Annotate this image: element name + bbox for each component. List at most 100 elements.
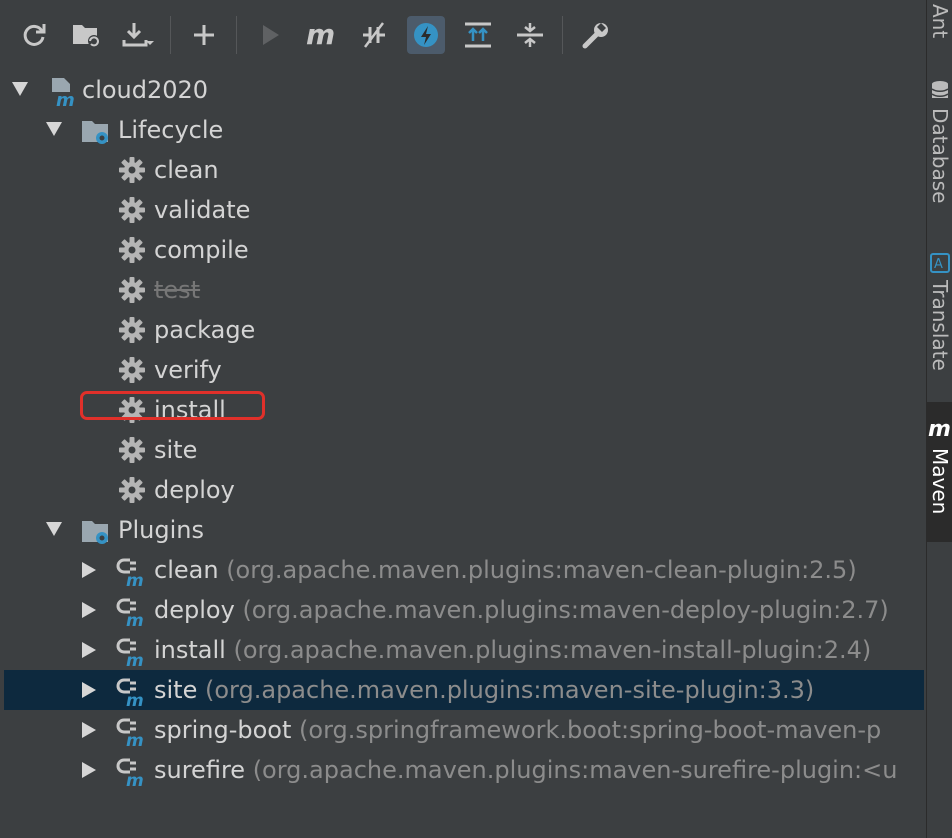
show-dependencies-icon[interactable] [459,16,497,54]
database-icon [931,81,949,98]
tree-node-label: Lifecycle [118,115,223,145]
lifecycle-goal-verify[interactable]: verify [4,350,924,390]
skip-tests-icon[interactable] [407,16,445,54]
collapse-arrow-icon[interactable] [82,722,96,738]
gear-icon [118,236,148,266]
maven-plugin-icon: m [116,596,146,631]
settings-wrench-icon[interactable] [577,16,615,54]
svg-text:m: m [126,571,144,588]
gear-icon [118,276,148,306]
lifecycle-goal-site[interactable]: site [4,430,924,470]
sidebar-tab-label: Maven [928,448,952,515]
tree-node-label: clean (org.apache.maven.plugins:maven-cl… [154,555,857,585]
svg-text:A: A [934,257,943,272]
tree-node-label: site [154,435,197,465]
tree-node-label: clean [154,155,219,185]
collapse-arrow-icon[interactable] [82,682,96,698]
plugin-coordinates: (org.apache.maven.plugins:maven-surefire… [252,756,898,784]
collapse-arrow-icon[interactable] [82,762,96,778]
gear-icon [118,436,148,466]
node-name: spring-boot [154,716,292,744]
expand-arrow-icon[interactable] [12,82,28,96]
lifecycle-goal-deploy[interactable]: deploy [4,470,924,510]
maven-plugin-icon: m [116,556,146,591]
tree-node-label: compile [154,235,249,265]
node-name: Lifecycle [118,116,224,144]
collapse-arrow-icon[interactable] [82,642,96,658]
node-name: cloud2020 [82,76,209,104]
maven-project-tree: m cloud2020 Lifecycle clean validate compile t… [0,68,926,838]
sidebar-tab-label: Database [928,108,952,204]
maven-toolbar: m [0,0,926,68]
run-icon[interactable] [251,16,289,54]
download-sources-icon[interactable] [119,16,157,54]
plugin-spring-boot[interactable]: m spring-boot (org.springframework.boot:s… [4,710,924,751]
plugin-coordinates: (org.apache.maven.plugins:maven-clean-pl… [226,556,857,584]
tree-node-label: cloud2020 [82,75,208,105]
tree-node-label: install (org.apache.maven.plugins:maven-… [154,635,871,665]
svg-text:m: m [306,21,335,49]
sidebar-tab-label: Translate [928,280,952,371]
execute-maven-goal-icon[interactable]: m [302,16,340,54]
plugin-deploy[interactable]: m deploy (org.apache.maven.plugins:maven-… [4,590,924,631]
svg-text:m: m [126,731,144,748]
svg-text:m: m [126,651,144,668]
plugin-clean[interactable]: m clean (org.apache.maven.plugins:maven-c… [4,550,924,591]
tree-node-project[interactable]: m cloud2020 [4,70,924,111]
sidebar-tab-label: Ant [928,3,952,38]
gear-icon [118,196,148,226]
plugins-folder-icon [80,516,110,546]
lifecycle-goal-validate[interactable]: validate [4,190,924,230]
node-name: package [154,316,256,344]
expand-arrow-icon[interactable] [46,522,62,536]
tree-node-label: Plugins [118,515,204,545]
right-tool-window-bar: Ant Database A Translate m Maven [926,0,952,838]
node-name: deploy [154,596,235,624]
tree-node-label: surefire (org.apache.maven.plugins:maven… [154,755,897,785]
toggle-offline-icon[interactable] [355,16,393,54]
lifecycle-goal-compile[interactable]: compile [4,230,924,270]
maven-plugin-icon: m [116,756,146,791]
plugin-coordinates: (org.apache.maven.plugins:maven-site-plu… [205,676,815,704]
tree-node-label: spring-boot (org.springframework.boot:sp… [154,715,881,745]
collapse-all-icon[interactable] [511,16,549,54]
tree-node-label: package [154,315,255,345]
node-name: validate [154,196,251,224]
lifecycle-goal-test[interactable]: test [4,270,924,310]
plugin-install[interactable]: m install (org.apache.maven.plugins:maven… [4,630,924,671]
tree-node-label: verify [154,355,222,385]
translate-icon: A [930,253,950,273]
sidebar-tab-database[interactable]: Database [927,78,952,226]
gear-icon [118,316,148,346]
node-name: install [154,636,226,664]
sidebar-tab-ant[interactable]: Ant [927,0,952,52]
tree-node-label: site (org.apache.maven.plugins:maven-sit… [154,675,814,705]
collapse-arrow-icon[interactable] [82,562,96,578]
gear-icon [118,356,148,386]
add-maven-project-icon[interactable] [67,16,105,54]
node-name: site [154,436,198,464]
tree-node-lifecycle[interactable]: Lifecycle [4,110,924,150]
maven-icon: m [928,418,951,440]
lifecycle-goal-clean[interactable]: clean [4,150,924,190]
node-name: deploy [154,476,235,504]
install-highlight-box [80,391,265,420]
expand-arrow-icon[interactable] [46,122,62,136]
node-name: test [154,276,201,304]
collapse-arrow-icon[interactable] [82,602,96,618]
maven-project-icon: m [48,76,78,111]
lifecycle-goal-package[interactable]: package [4,310,924,350]
tree-node-plugins[interactable]: Plugins [4,510,924,550]
svg-text:m: m [126,611,144,628]
lifecycle-folder-icon [80,116,110,146]
sidebar-tab-maven[interactable]: m Maven [927,402,952,542]
plugin-site[interactable]: m site (org.apache.maven.plugins:maven-si… [4,670,924,711]
reload-all-icon[interactable] [15,16,53,54]
node-name: surefire [154,756,246,784]
node-name: clean [154,556,219,584]
plugin-surefire[interactable]: m surefire (org.apache.maven.plugins:mave… [4,750,924,791]
add-icon[interactable] [185,16,223,54]
node-name: verify [154,356,222,384]
tree-node-label: validate [154,195,250,225]
sidebar-tab-translate[interactable]: A Translate [927,250,952,390]
